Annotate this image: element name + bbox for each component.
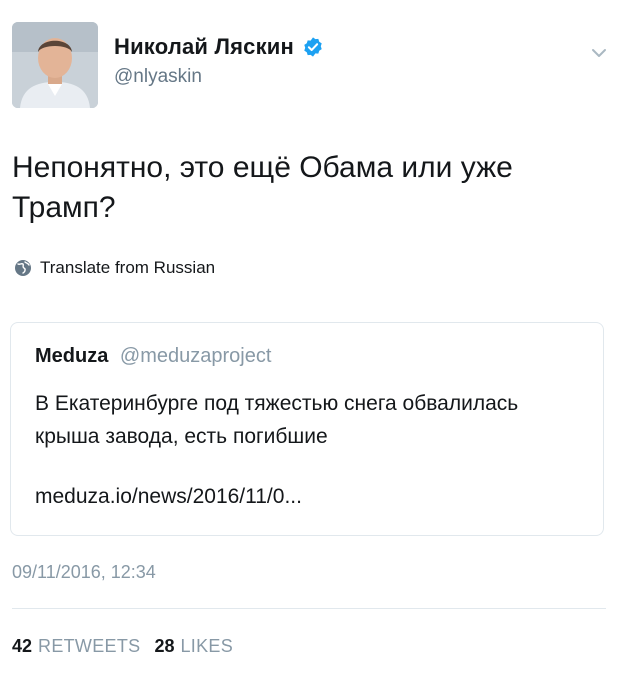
tweet-timestamp[interactable]: 09/11/2016, 12:34 <box>12 562 156 583</box>
globe-icon <box>14 259 32 277</box>
tweet-text: Непонятно, это ещё Обама или уже Трамп? <box>12 151 513 224</box>
retweets-count: 42 <box>12 636 33 656</box>
avatar[interactable] <box>12 22 98 108</box>
author-info: Николай Ляскин @nlyaskin <box>114 34 324 88</box>
quoted-tweet[interactable]: Meduza @meduzaproject В Екатеринбурге по… <box>10 322 604 536</box>
likes-stat[interactable]: 28 LIKES <box>154 636 233 657</box>
tweet-card: Николай Ляскин @nlyaskin Непонятно, это … <box>0 0 620 676</box>
author-handle[interactable]: @nlyaskin <box>114 66 324 88</box>
verified-badge-icon <box>302 36 324 58</box>
quoted-author-handle: @meduzaproject <box>119 345 272 367</box>
chevron-down-icon[interactable] <box>588 42 610 64</box>
author-name-row: Николай Ляскин <box>114 34 324 60</box>
quoted-author-name: Meduza <box>35 345 109 367</box>
divider <box>12 608 606 609</box>
likes-count: 28 <box>154 636 175 656</box>
author-name[interactable]: Николай Ляскин <box>114 34 294 60</box>
translate-label: Translate from Russian <box>40 258 216 277</box>
quoted-tweet-text: В Екатеринбурге под тяжестью снега обвал… <box>35 392 519 448</box>
tweet-header: Николай Ляскин @nlyaskin <box>12 22 612 112</box>
tweet-stats: 42 RETWEETS 28 LIKES <box>12 636 233 657</box>
retweets-stat[interactable]: 42 RETWEETS <box>12 636 140 657</box>
quoted-tweet-link[interactable]: meduza.io/news/2016/11/0... <box>35 485 302 509</box>
translate-link[interactable]: Translate from Russian <box>14 258 215 278</box>
likes-label: LIKES <box>180 636 233 656</box>
quoted-tweet-header: Meduza @meduzaproject <box>35 345 271 368</box>
retweets-label: RETWEETS <box>38 636 141 656</box>
